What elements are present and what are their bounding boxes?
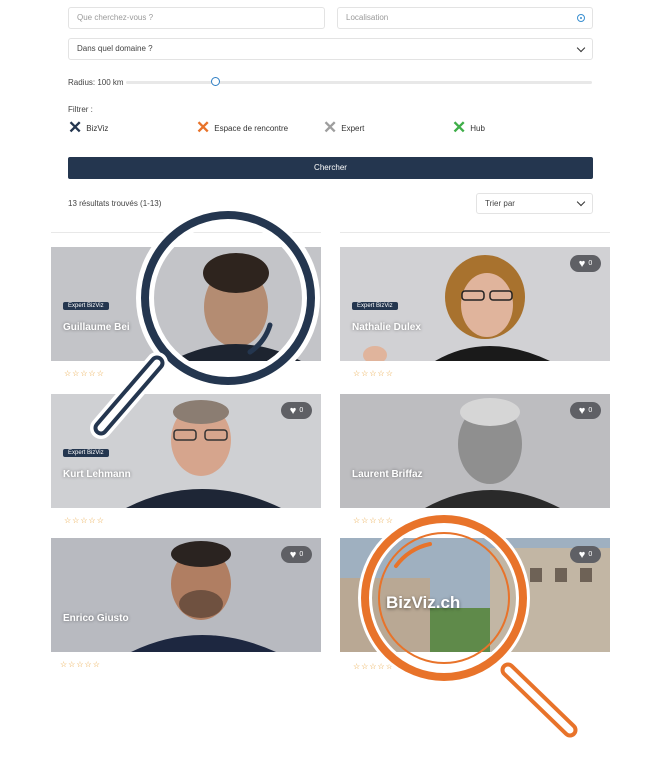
favorite-button[interactable]: ♥ 0: [570, 255, 601, 272]
rating-stars[interactable]: ☆☆☆☆☆: [353, 662, 394, 671]
heart-icon: ♥: [289, 404, 297, 417]
favorite-button[interactable]: ♥ 0: [281, 402, 312, 419]
filter-hub-label: Hub: [470, 123, 485, 133]
profile-name[interactable]: Enrico Giusto: [63, 613, 129, 624]
favorite-count: 0: [299, 551, 304, 558]
filter-hub[interactable]: ✕ Hub: [452, 118, 485, 137]
profile-name[interactable]: Laurent Briffaz: [352, 469, 423, 480]
favorite-count: 0: [588, 407, 593, 414]
x-mark-icon: ✕: [196, 118, 211, 137]
location-target-icon[interactable]: [577, 14, 585, 22]
search-query-input[interactable]: [77, 13, 316, 22]
profile-card-laurent[interactable]: Laurent Briffaz ♥ 0: [340, 394, 610, 508]
sort-select[interactable]: Trier par: [476, 193, 593, 214]
favorite-button[interactable]: ♥ 0: [281, 546, 312, 563]
heart-icon: ♥: [289, 548, 297, 561]
x-mark-icon: ✕: [68, 118, 83, 137]
rating-stars[interactable]: ☆☆☆☆☆: [64, 516, 105, 525]
favorite-count: 0: [588, 260, 593, 267]
expert-badge: Expert BizViz: [63, 302, 109, 310]
chevron-down-icon: [576, 197, 586, 207]
heart-icon: ♥: [578, 404, 586, 417]
favorite-button[interactable]: ♥ 0: [570, 546, 601, 563]
profile-card-kurt[interactable]: Expert BizViz Kurt Lehmann ♥ 0: [51, 394, 321, 508]
search-query-field[interactable]: [68, 7, 325, 29]
location-field[interactable]: [337, 7, 593, 29]
divider: [51, 232, 321, 233]
favorite-button[interactable]: ♥ 0: [570, 402, 601, 419]
profile-name[interactable]: Guillaume Bei: [63, 322, 130, 333]
chevron-down-icon: [576, 43, 586, 52]
profile-card-enrico[interactable]: Enrico Giusto ♥ 0: [51, 538, 321, 652]
radius-label: Radius: 100 km: [68, 78, 124, 87]
filter-expert-label: Expert: [341, 123, 365, 133]
expert-badge: Expert BizViz: [63, 449, 109, 457]
domain-select[interactable]: Dans quel domaine ?: [68, 38, 593, 60]
x-mark-icon: ✕: [323, 118, 338, 137]
radius-slider-track[interactable]: [126, 81, 592, 84]
profile-card-nathalie[interactable]: Expert BizViz Nathalie Dulex ♥ 0: [340, 247, 610, 361]
profile-name[interactable]: Kurt Lehmann: [63, 469, 131, 480]
x-mark-icon: ✕: [452, 118, 467, 137]
filter-espace-de-rencontre[interactable]: ✕ Espace de rencontre: [196, 118, 289, 137]
profile-name[interactable]: Nathalie Dulex: [352, 322, 421, 333]
rating-stars[interactable]: ☆☆☆☆☆: [64, 369, 105, 378]
filter-bizviz[interactable]: ✕ BizViz: [68, 118, 109, 137]
favorite-count: 0: [588, 551, 593, 558]
expert-badge: Expert BizViz: [352, 302, 398, 310]
sort-select-value: Trier par: [485, 198, 515, 208]
filter-espace-label: Espace de rencontre: [214, 123, 289, 133]
filter-bizviz-label: BizViz: [86, 123, 109, 133]
location-input[interactable]: [346, 13, 584, 22]
filter-expert[interactable]: ✕ Expert: [323, 118, 365, 137]
heart-icon: ♥: [578, 257, 586, 270]
domain-select-value: Dans quel domaine ?: [77, 44, 153, 53]
search-button[interactable]: Chercher: [68, 157, 593, 179]
favorite-count: 0: [299, 407, 304, 414]
rating-stars[interactable]: ☆☆☆☆☆: [353, 369, 394, 378]
rating-stars[interactable]: ☆☆☆☆☆: [353, 516, 394, 525]
rating-stars[interactable]: ☆☆☆☆☆: [60, 660, 101, 669]
divider: [340, 232, 610, 233]
bizviz-logo-text: BizViz.ch: [386, 593, 461, 612]
profile-card-bizviz[interactable]: BizViz.ch ♥ 0: [340, 538, 610, 652]
filter-label: Filtrer :: [68, 105, 93, 114]
profile-card-guillaume[interactable]: Expert BizViz Guillaume Bei: [51, 247, 321, 361]
heart-icon: ♥: [578, 548, 586, 561]
radius-slider-thumb[interactable]: [211, 77, 220, 86]
results-count: 13 résultats trouvés (1-13): [68, 199, 162, 208]
